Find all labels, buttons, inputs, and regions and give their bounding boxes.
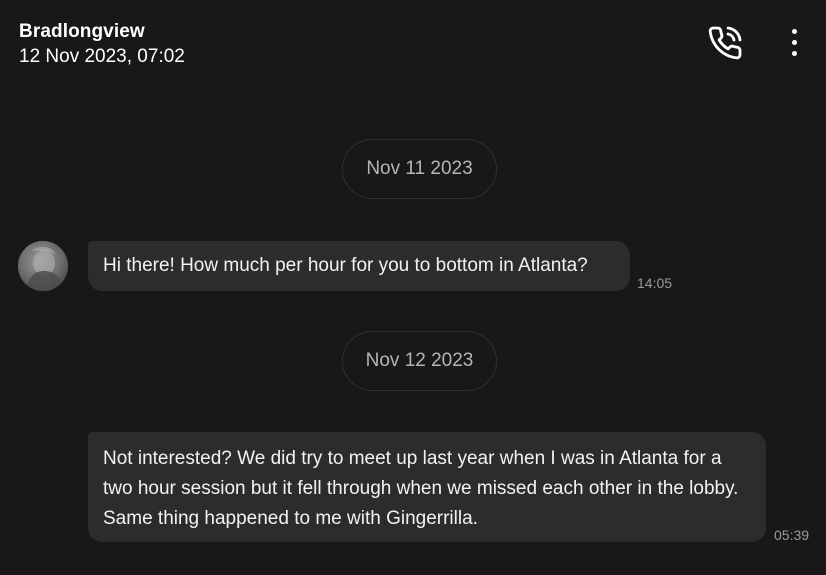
contact-name[interactable]: Bradlongview <box>19 21 145 43</box>
contact-avatar[interactable] <box>18 241 68 291</box>
call-button[interactable] <box>706 24 744 62</box>
message-bubble[interactable]: Hi there! How much per hour for you to b… <box>88 241 630 291</box>
date-divider: Nov 11 2023 <box>342 139 497 199</box>
message-bubble[interactable]: Not interested? We did try to meet up la… <box>88 432 766 542</box>
more-options-button[interactable] <box>780 24 808 60</box>
last-seen-timestamp: 12 Nov 2023, 07:02 <box>19 46 185 67</box>
avatar-image <box>18 241 68 291</box>
chat-screen: Bradlongview 12 Nov 2023, 07:02 Nov 11 2… <box>0 0 826 575</box>
message-time: 14:05 <box>637 275 673 291</box>
message-time: 05:39 <box>774 527 810 543</box>
phone-call-icon <box>708 26 742 60</box>
date-divider: Nov 12 2023 <box>342 331 497 391</box>
more-vertical-icon <box>791 28 797 34</box>
